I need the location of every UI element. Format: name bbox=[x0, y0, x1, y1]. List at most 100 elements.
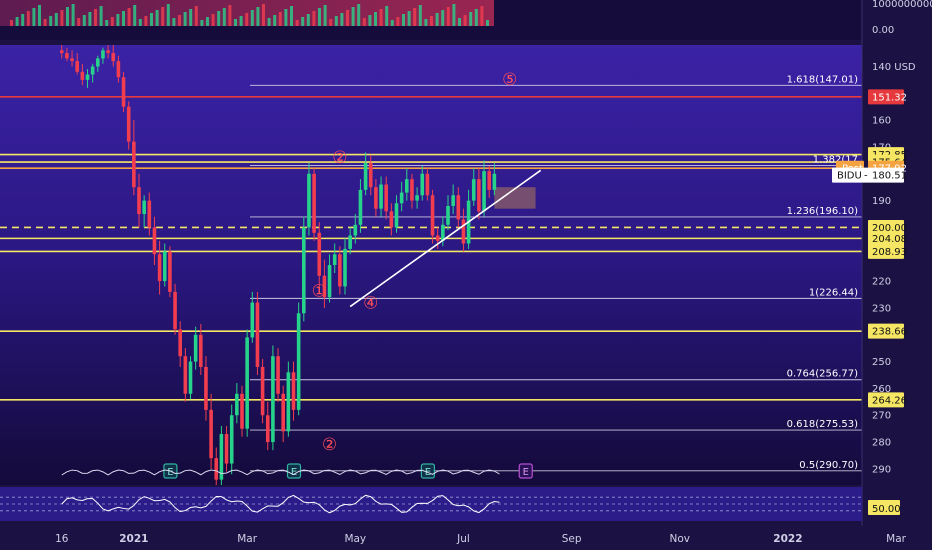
candle-body bbox=[106, 50, 110, 54]
volume-bar bbox=[452, 4, 456, 26]
candle-body bbox=[425, 173, 430, 196]
price-tick-label: 140 USD bbox=[872, 62, 916, 73]
candle-body bbox=[204, 366, 208, 410]
volume-bar bbox=[295, 20, 299, 26]
wave-label: ① bbox=[312, 281, 327, 301]
candle-body bbox=[420, 173, 425, 196]
volume-bar bbox=[105, 20, 109, 26]
wave-label: ⑤ bbox=[502, 70, 517, 90]
candle-body bbox=[101, 50, 105, 59]
candle-body bbox=[492, 173, 497, 190]
price-tag-label: 151.32 bbox=[872, 92, 907, 103]
volume-bar bbox=[390, 20, 394, 26]
volume-bar bbox=[284, 9, 288, 26]
volume-bar bbox=[161, 7, 165, 26]
price-tag-label: 238.66 bbox=[872, 327, 907, 338]
candle-body bbox=[173, 291, 177, 330]
candle-body bbox=[265, 415, 270, 443]
candle-body bbox=[379, 184, 383, 209]
volume-bar bbox=[441, 10, 445, 26]
candle-body bbox=[317, 232, 322, 276]
candle-body bbox=[312, 173, 316, 233]
candle-body bbox=[209, 409, 213, 459]
candle-body bbox=[168, 251, 172, 292]
price-tick-label: 160 bbox=[872, 116, 891, 127]
candle-body bbox=[162, 251, 167, 282]
candle-body bbox=[353, 224, 358, 236]
volume-bar bbox=[133, 5, 137, 26]
volume-bar bbox=[368, 15, 372, 26]
price-tick-label: 190 bbox=[872, 196, 891, 207]
volume-bar bbox=[256, 7, 260, 26]
volume-bar bbox=[172, 18, 176, 26]
time-label: Nov bbox=[670, 533, 691, 545]
candle-body bbox=[302, 227, 306, 314]
volume-bar bbox=[183, 12, 187, 26]
candle-body bbox=[276, 356, 280, 394]
candle-body bbox=[281, 393, 285, 432]
volume-bar bbox=[385, 6, 389, 26]
volume-bar bbox=[82, 15, 86, 26]
volume-bar bbox=[362, 18, 366, 26]
volume-bar bbox=[458, 18, 461, 26]
candle-body bbox=[147, 200, 152, 228]
volume-bar bbox=[379, 9, 383, 26]
volume-bar bbox=[94, 9, 97, 26]
volume-bar bbox=[329, 19, 333, 26]
volume-bar bbox=[228, 5, 232, 26]
candle-body bbox=[348, 235, 352, 249]
volume-bar bbox=[278, 12, 282, 26]
volume-axis-label-bottom: 0.00 bbox=[872, 25, 894, 36]
volume-bar bbox=[60, 10, 64, 26]
volume-bar bbox=[200, 20, 204, 26]
candle-body bbox=[286, 372, 291, 432]
volume-bar bbox=[110, 17, 114, 26]
fib-label: 0.5(290.70) bbox=[799, 460, 858, 471]
volume-bar bbox=[99, 6, 103, 26]
volume-bar bbox=[138, 19, 142, 26]
volume-bar bbox=[306, 14, 310, 26]
volume-bar bbox=[222, 8, 226, 26]
candle-body bbox=[178, 329, 182, 357]
volume-bar bbox=[54, 13, 58, 26]
volume-bar bbox=[435, 13, 439, 26]
volume-bar bbox=[15, 17, 19, 26]
volume-bar bbox=[245, 13, 249, 26]
time-label: Mar bbox=[886, 533, 906, 545]
candle-body bbox=[296, 313, 301, 410]
volume-bar bbox=[194, 6, 198, 26]
candle-body bbox=[59, 50, 64, 54]
candle-body bbox=[224, 434, 229, 464]
candle-body bbox=[343, 248, 347, 287]
price-tick-label: 280 bbox=[872, 438, 891, 449]
time-label: 2021 bbox=[119, 533, 148, 545]
candle-body bbox=[384, 184, 388, 212]
current-price-separator: - bbox=[864, 171, 868, 182]
candle-body bbox=[260, 366, 265, 416]
candle-body bbox=[255, 302, 260, 367]
volume-bar bbox=[127, 8, 131, 26]
price-tag-label: 208.93 bbox=[872, 247, 907, 258]
time-label: Mar bbox=[237, 533, 257, 545]
candle-body bbox=[363, 163, 368, 190]
volume-bar bbox=[273, 15, 277, 26]
wave-label: ④ bbox=[363, 294, 378, 314]
candle-body bbox=[193, 334, 198, 362]
candle-body bbox=[358, 189, 363, 225]
candle-body bbox=[415, 195, 419, 201]
volume-bar bbox=[407, 11, 411, 26]
volume-bar bbox=[334, 16, 338, 26]
volume-bar bbox=[469, 12, 473, 26]
volume-bar bbox=[486, 20, 489, 26]
volume-bar bbox=[474, 9, 478, 26]
wave-label: ② bbox=[332, 148, 347, 168]
volume-bar bbox=[424, 19, 428, 26]
volume-bar bbox=[480, 6, 484, 26]
candle-body bbox=[477, 179, 481, 212]
volume-bar bbox=[144, 16, 148, 26]
earnings-marker-label: E bbox=[523, 467, 529, 478]
time-label: Sep bbox=[562, 533, 582, 545]
candle-body bbox=[240, 393, 244, 429]
price-tick-label: 220 bbox=[872, 277, 891, 288]
current-price-ticker: BIDU bbox=[837, 171, 862, 182]
